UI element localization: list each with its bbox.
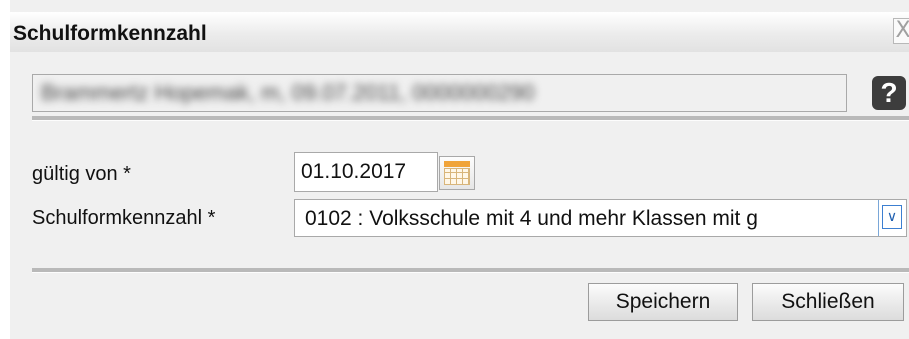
separator-top <box>32 116 909 121</box>
close-button[interactable]: Schließen <box>752 283 904 321</box>
calendar-icon[interactable] <box>439 156 475 190</box>
valid-from-input[interactable] <box>294 152 438 192</box>
separator-bottom <box>32 268 909 273</box>
dialog: Schulformkennzahl X Brammertz Hopemak, m… <box>10 0 909 339</box>
calendar-icon-grid <box>444 168 470 185</box>
question-icon[interactable]: ? <box>872 76 906 110</box>
dialog-titlebar[interactable]: Schulformkennzahl X <box>10 12 909 52</box>
valid-from-label: gültig von * <box>32 163 131 185</box>
save-button[interactable]: Speichern <box>588 283 738 321</box>
school-code-selected-value: 0102 : Volksschule mit 4 und mehr Klasse… <box>305 207 758 230</box>
school-code-label: Schulformkennzahl * <box>32 207 216 229</box>
student-info-text: Brammertz Hopemak, m, 09.07.2011, 000000… <box>41 80 535 105</box>
student-info-field: Brammertz Hopemak, m, 09.07.2011, 000000… <box>32 74 847 112</box>
calendar-icon-header <box>444 161 470 167</box>
chevron-down-icon: ∨ <box>882 205 902 229</box>
school-code-select[interactable]: 0102 : Volksschule mit 4 und mehr Klasse… <box>294 199 907 237</box>
close-icon[interactable]: X <box>893 18 909 44</box>
dialog-title: Schulformkennzahl <box>13 22 207 45</box>
select-dropdown-button[interactable]: ∨ <box>878 200 906 236</box>
